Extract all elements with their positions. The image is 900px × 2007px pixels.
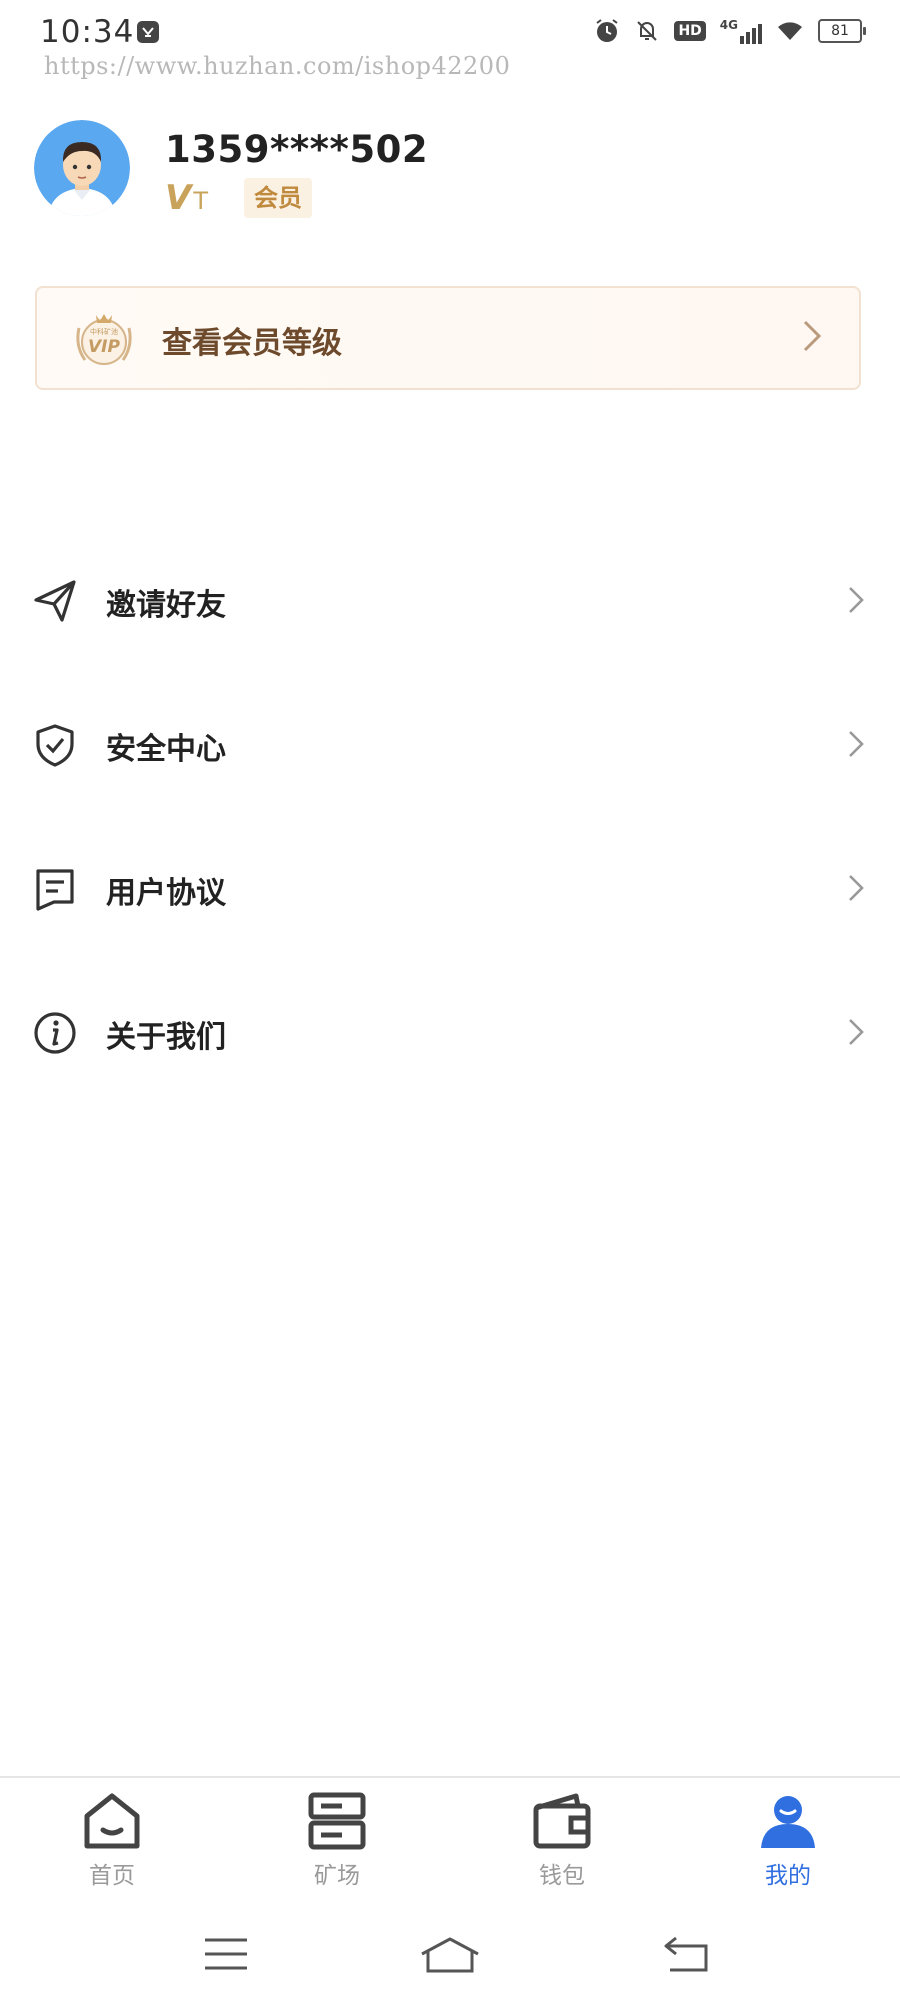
watermark-text: https://www.huzhan.com/ishop42200 xyxy=(44,52,511,80)
alarm-icon xyxy=(596,19,619,42)
chevron-right-icon xyxy=(846,872,866,908)
document-icon xyxy=(32,866,78,912)
user-icon xyxy=(761,1796,815,1848)
signal-icon: 4G xyxy=(720,18,762,44)
paper-plane-icon xyxy=(32,578,78,624)
wallet-icon xyxy=(533,1793,591,1849)
menu-label-agreement: 用户协议 xyxy=(106,876,226,911)
network-type: 4G xyxy=(719,18,738,32)
vip-emblem-text: VIP xyxy=(88,337,120,357)
system-navigation-bar xyxy=(0,1900,900,2007)
avatar[interactable] xyxy=(34,120,130,216)
home-nav-icon[interactable] xyxy=(420,1936,480,1978)
tab-label-wallet: 钱包 xyxy=(539,1863,585,1889)
bell-muted-icon xyxy=(637,21,658,41)
chevron-right-icon xyxy=(846,1016,866,1052)
menu-label-about: 关于我们 xyxy=(106,1020,226,1055)
vip-emblem-icon: 中科矿池 VIP xyxy=(71,306,137,376)
back-icon[interactable] xyxy=(664,1936,710,1978)
server-icon xyxy=(308,1792,366,1850)
info-icon xyxy=(32,1010,78,1056)
tab-label-home: 首页 xyxy=(89,1863,135,1889)
level-tag: V T xyxy=(165,178,208,218)
chevron-right-icon xyxy=(801,318,823,358)
menu-item-agreement[interactable]: 用户协议 xyxy=(0,838,900,938)
menu-label-invite: 邀请好友 xyxy=(106,588,226,623)
phone-number: 1359****502 xyxy=(165,128,429,171)
bottom-tab-bar: 首页 矿场 钱包 我的 xyxy=(0,1776,900,1898)
level-v: V xyxy=(165,178,192,218)
chevron-right-icon xyxy=(846,728,866,764)
chevron-right-icon xyxy=(846,584,866,620)
vip-level-card[interactable]: 中科矿池 VIP 查看会员等级 xyxy=(35,286,861,390)
status-icons: HD 4G 81 xyxy=(594,18,866,44)
member-badge: 会员 xyxy=(244,178,312,218)
menu-label-security: 安全中心 xyxy=(106,732,226,767)
tab-home[interactable]: 首页 xyxy=(42,1790,182,1890)
vip-card-label: 查看会员等级 xyxy=(162,326,342,361)
app-notification-icon xyxy=(136,20,160,48)
menu-item-security[interactable]: 安全中心 xyxy=(0,694,900,794)
wifi-icon xyxy=(778,22,802,40)
status-bar: 10:34 HD 4G 81 https://www.huzhan.com/is… xyxy=(0,0,900,80)
hd-icon: HD xyxy=(674,21,706,41)
menu-icon[interactable] xyxy=(203,1936,249,1976)
tab-mine-field[interactable]: 矿场 xyxy=(267,1790,407,1890)
menu-item-invite[interactable]: 邀请好友 xyxy=(0,550,900,650)
level-t: T xyxy=(193,187,208,215)
tab-mine[interactable]: 我的 xyxy=(718,1790,858,1890)
status-time: 10:34 xyxy=(40,14,135,50)
menu-item-about[interactable]: 关于我们 xyxy=(0,982,900,1082)
home-icon xyxy=(84,1793,140,1849)
battery-icon: 81 xyxy=(818,19,866,43)
tab-wallet[interactable]: 钱包 xyxy=(492,1790,632,1890)
vip-emblem-caption: 中科矿池 xyxy=(90,327,118,336)
shield-check-icon xyxy=(32,722,78,768)
tab-label-mine-field: 矿场 xyxy=(314,1863,360,1889)
tab-label-mine: 我的 xyxy=(765,1863,811,1889)
